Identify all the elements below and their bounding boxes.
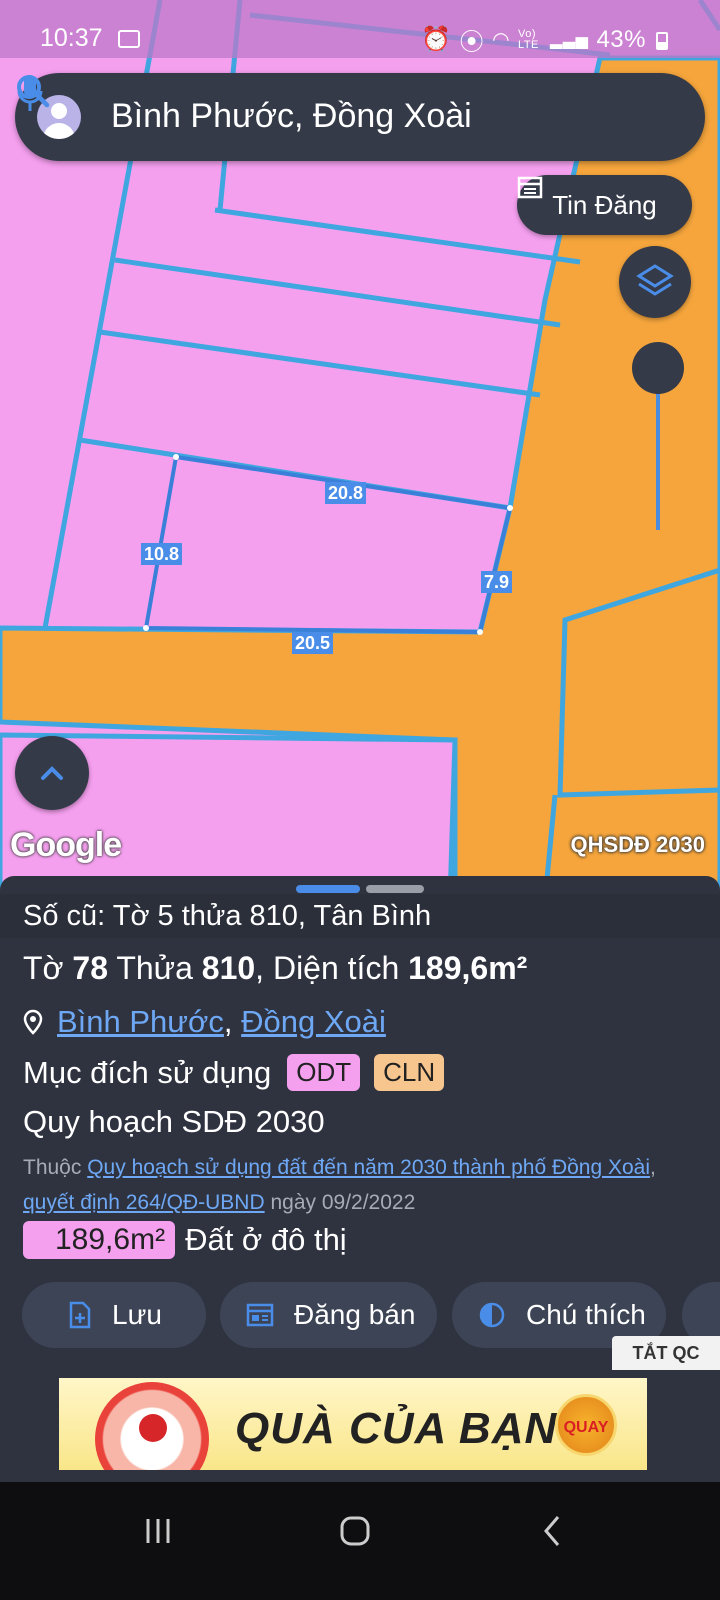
status-time: 10:37 <box>40 24 103 52</box>
parcel-info-sheet: Số cũ: Tờ 5 thửa 810, Tân Bình Tờ 78 Thử… <box>0 876 720 1482</box>
back-icon[interactable] <box>540 1514 564 1548</box>
parcel-main-info: Tờ 78 Thửa 810, Diện tích 189,6m² <box>23 950 528 986</box>
purpose-row: Mục đích sử dụng ODT CLN <box>23 1054 445 1091</box>
dimension-label-right: 7.9 <box>481 571 513 593</box>
province-link[interactable]: Bình Phước <box>57 1004 224 1039</box>
system-nav-bar <box>0 1482 720 1600</box>
ad-off-button[interactable]: TẮT QC <box>612 1336 720 1370</box>
sheet-handle-active[interactable] <box>296 885 360 893</box>
gallery-icon <box>118 30 140 48</box>
layers-icon <box>636 264 674 296</box>
ad-spin-button[interactable]: QUAY <box>555 1394 617 1456</box>
search-bar[interactable]: Bình Phước, Đồng Xoài <box>15 73 705 161</box>
district-link[interactable]: Đồng Xoài <box>241 1004 386 1039</box>
plan-title: Quy hoạch SDĐ 2030 <box>23 1104 325 1139</box>
google-logo: Google <box>10 826 122 864</box>
chevron-up-icon <box>41 766 63 780</box>
area-badge: 189,6m² <box>23 1221 176 1259</box>
listing-icon <box>246 1303 274 1327</box>
save-button[interactable]: Lưu <box>22 1282 206 1348</box>
sell-button[interactable]: Đăng bán <box>220 1282 437 1348</box>
mic-icon[interactable] <box>15 73 45 115</box>
signal-icon: ▂▃▅ <box>550 31 589 49</box>
gift-bag-icon <box>139 1414 167 1442</box>
area-type: Đất ở đô thị <box>185 1222 347 1257</box>
layers-button[interactable] <box>619 246 691 318</box>
status-bar: 10:37 ⏰ ⦿ ◠ Vo) LTE ▂▃▅ 43% <box>0 0 720 58</box>
map-layer-label: QHSDĐ 2030 <box>570 832 705 857</box>
location-row: Bình Phước, Đồng Xoài <box>23 1004 386 1040</box>
ad-banner[interactable]: QUÀ CỦA BẠN QUAY <box>59 1378 647 1470</box>
search-input[interactable]: Bình Phước, Đồng Xoài <box>111 97 472 136</box>
dimension-label-bottom: 20.5 <box>292 632 334 654</box>
area-row: 189,6m² Đất ở đô thị <box>23 1221 347 1259</box>
battery-percent: 43% <box>596 25 646 53</box>
sheet-handle-inactive[interactable] <box>366 885 424 893</box>
tag-cln[interactable]: CLN <box>374 1054 445 1091</box>
battery-icon <box>656 32 668 50</box>
decision-link[interactable]: quyết định 264/QĐ-UBND <box>23 1191 265 1214</box>
wifi-icon: ◠ <box>492 29 511 51</box>
map-view[interactable]: 20.8 10.8 7.9 20.5 10:37 ⏰ ⦿ ◠ Vo) LTE ▂… <box>0 0 720 900</box>
location-icon: ⦿ <box>459 29 485 56</box>
opacity-slider-thumb[interactable] <box>632 342 684 394</box>
status-icons: ⏰ ⦿ ◠ Vo) LTE ▂▃▅ 43% <box>421 22 670 57</box>
dimension-label-left: 10.8 <box>141 543 183 565</box>
ad-text: QUÀ CỦA BẠN <box>235 1404 558 1453</box>
tag-odt[interactable]: ODT <box>287 1054 361 1091</box>
network-label: Vo) LTE <box>518 27 539 51</box>
tin-dang-button[interactable]: Tin Đăng <box>517 175 692 235</box>
tin-dang-label: Tin Đăng <box>552 189 657 220</box>
recent-apps-icon[interactable] <box>143 1516 173 1546</box>
plan-source: Thuộc Quy hoạch sử dụng đất đến năm 2030… <box>23 1156 656 1214</box>
location-pin-icon <box>23 1009 43 1035</box>
listing-icon <box>517 176 543 199</box>
alarm-icon: ⏰ <box>421 26 452 53</box>
dimension-label-top: 20.8 <box>325 482 367 504</box>
contrast-icon <box>479 1302 505 1328</box>
plan-link[interactable]: Quy hoạch sử dụng đất đến năm 2030 thành… <box>87 1156 650 1179</box>
purpose-label: Mục đích sử dụng <box>23 1054 272 1090</box>
old-parcel-info: Số cũ: Tờ 5 thửa 810, Tân Bình <box>23 900 432 932</box>
add-file-icon <box>69 1301 91 1329</box>
expand-up-button[interactable] <box>15 736 89 810</box>
home-icon[interactable] <box>338 1514 372 1548</box>
